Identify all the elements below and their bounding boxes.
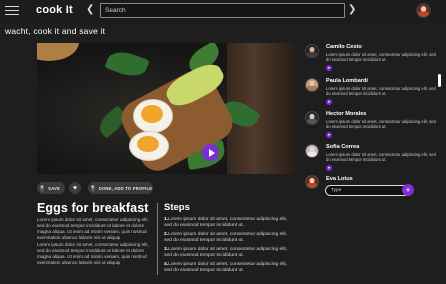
step-item: 4.Lorem ipsum dolor sit amet, consectetu… [164,262,294,274]
chevron-left-icon[interactable]: ❮ [86,4,96,16]
page-tagline: wacht, cook it and save it [5,26,106,36]
plus-icon: + [40,184,45,192]
heart-icon[interactable]: ♥ [326,165,332,171]
video-leaf-shape [104,46,150,82]
video-yolk-shape [141,105,163,123]
step-text: Lorem ipsum dolor sit amet, consectetur … [164,262,288,274]
recipe-title: Eggs for breakfast [37,201,149,215]
avatar[interactable] [305,78,319,92]
recipe-description: Lorem ipsum dolor sit amet, consectetur … [37,217,149,240]
video-yolk-shape [137,136,159,152]
save-button-label: SAVE [48,185,60,191]
top-bar: cook It ❮ ❯ [0,0,446,22]
comment-text: Lorem ipsum dolor sit amet, consectetur … [326,52,436,63]
hamburger-icon[interactable] [5,6,19,16]
heart-icon[interactable]: ♥ [326,65,332,71]
recipe-video[interactable] [37,43,295,174]
scrollbar-thumb[interactable] [438,74,441,87]
comment-author: Sofia Correa [326,144,360,150]
comment-text: Lorem ipsum dolor sit amet, consectetur … [326,152,436,163]
plus-icon: + [405,185,411,195]
comment-item: Sofia Correa Lorem ipsum dolor sit amet,… [300,142,440,175]
comment-input[interactable] [325,185,413,196]
step-item: 1.Lorem ipsum dolor sit amet, consectetu… [164,217,294,229]
video-bowl-shape [37,43,79,61]
comment-item: Paula Lombardi Lorem ipsum dolor sit ame… [300,76,440,109]
heart-icon[interactable]: ♥ [326,99,332,105]
done-button-label: DONE, ADD TO PROFILE [98,185,153,191]
app-logo[interactable]: cook It [36,4,73,16]
step-item: 3.Lorem ipsum dolor sit amet, consectetu… [164,247,294,259]
plus-icon: + [91,184,95,192]
step-item: 2.Lorem ipsum dolor sit amet, consectetu… [164,232,294,244]
done-add-to-profile-button[interactable]: + DONE, ADD TO PROFILE [88,182,153,194]
recipe-description: Lorem ipsum dolor sit amet, consectetur … [37,242,149,265]
heart-icon[interactable]: ♥ [326,132,332,138]
steps-title: Steps [164,202,190,213]
reply-box: Eva Lotus + [300,175,446,205]
comment-item: Hector Morales Lorem ipsum dolor sit ame… [300,109,440,142]
app-root: cook It ❮ ❯ wacht, cook it and save it +… [0,0,446,284]
comment-text: Lorem ipsum dolor sit amet, consectetur … [326,119,436,130]
like-button[interactable]: ♥ [69,182,81,194]
reply-author: Eva Lotus [326,176,353,182]
step-text: Lorem ipsum dolor sit amet, consectetur … [164,217,288,229]
add-comment-button[interactable]: + [402,184,414,196]
comment-author: Camilo Cesto [326,44,362,50]
step-text: Lorem ipsum dolor sit amet, consectetur … [164,232,288,244]
comments-panel: Camilo Cesto Lorem ipsum dolor sit amet,… [300,40,446,284]
avatar[interactable] [305,144,319,158]
avatar[interactable] [305,111,319,125]
heart-icon: ♥ [72,184,78,192]
avatar[interactable] [305,44,319,58]
play-icon [208,148,215,157]
comment-item: Camilo Cesto Lorem ipsum dolor sit amet,… [300,42,440,75]
avatar[interactable] [305,175,319,189]
comment-author: Hector Morales [326,111,367,117]
play-button[interactable] [202,144,219,161]
column-divider [157,203,158,275]
chevron-right-icon[interactable]: ❯ [348,4,358,16]
comment-text: Lorem ipsum dolor sit amet, consectetur … [326,86,436,97]
save-button[interactable]: + SAVE [37,182,65,194]
user-avatar[interactable] [416,3,431,18]
step-text: Lorem ipsum dolor sit amet, consectetur … [164,247,288,259]
search-input[interactable] [100,3,345,18]
comment-author: Paula Lombardi [326,78,368,84]
